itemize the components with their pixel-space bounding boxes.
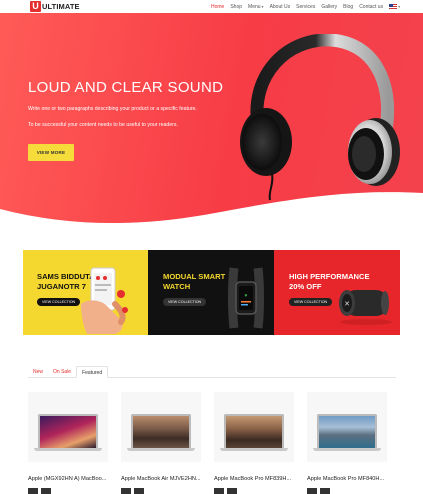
product-name[interactable]: Apple MacBook Pro MF839H... bbox=[214, 476, 294, 482]
hero-description-1: Write one or two paragraphs describing y… bbox=[28, 106, 197, 112]
language-switcher[interactable]: ▾ bbox=[389, 4, 400, 9]
view-more-button[interactable]: VIEW MORE bbox=[28, 144, 74, 161]
logo-text: ULTIMATE bbox=[42, 2, 80, 11]
laptop-screen bbox=[224, 414, 284, 448]
add-to-cart-icon[interactable] bbox=[307, 488, 317, 494]
view-collection-button[interactable]: VIEW COLLECTION bbox=[289, 298, 333, 306]
logo-mark: U bbox=[30, 1, 41, 12]
product-actions bbox=[214, 488, 240, 494]
laptop-base bbox=[220, 448, 288, 451]
nav-contact-us[interactable]: Contact us bbox=[359, 4, 383, 10]
compare-icon[interactable] bbox=[134, 488, 144, 494]
product-name[interactable]: Apple (MGX92HN A) MacBoo... bbox=[28, 476, 108, 482]
promo-title: MODUAL SMART WATCH bbox=[163, 272, 225, 292]
nav-about-us[interactable]: About Us bbox=[270, 4, 291, 10]
tab-on-sale[interactable]: On Sale bbox=[48, 366, 76, 378]
product-name[interactable]: Apple MacBook Pro MF840H... bbox=[307, 476, 387, 482]
site-header: U ULTIMATE Home Shop Menu ▾ About Us Ser… bbox=[0, 0, 423, 13]
nav-shop[interactable]: Shop bbox=[230, 4, 242, 10]
product-card[interactable]: Apple MacBook Pro MF839H... bbox=[214, 392, 294, 494]
add-to-cart-icon[interactable] bbox=[121, 488, 131, 494]
laptop-screen bbox=[131, 414, 191, 448]
product-card[interactable]: Apple MacBook Pro MF840H... bbox=[307, 392, 387, 494]
compare-icon[interactable] bbox=[41, 488, 51, 494]
laptop-base bbox=[34, 448, 102, 451]
tab-featured[interactable]: Featured bbox=[76, 366, 109, 378]
promo-banner-phone[interactable]: SAMS BIDDUTATON JUGANOTR 7 VIEW COLLECTI… bbox=[23, 250, 148, 335]
promo-banner-watch[interactable]: MODUAL SMART WATCH VIEW COLLECTION ♥ bbox=[148, 250, 274, 335]
chevron-down-icon: ▾ bbox=[398, 4, 401, 9]
hero-title: LOUD AND CLEAR SOUND bbox=[28, 79, 224, 96]
nav-gallery[interactable]: Gallery bbox=[321, 4, 337, 10]
product-actions bbox=[121, 488, 147, 494]
product-actions bbox=[307, 488, 333, 494]
headphones-image bbox=[240, 34, 400, 201]
hero-description-2: To be successful your content needs to b… bbox=[28, 122, 178, 128]
phone-in-hand-image bbox=[81, 267, 128, 334]
main-nav: Home Shop Menu ▾ About Us Services Galle… bbox=[211, 2, 406, 11]
chevron-down-icon: ▾ bbox=[261, 4, 264, 9]
view-collection-button[interactable]: VIEW COLLECTION bbox=[163, 298, 207, 306]
speaker-image: ✕ bbox=[339, 290, 392, 325]
nav-home[interactable]: Home bbox=[211, 4, 224, 10]
laptop-base bbox=[313, 448, 381, 451]
promo-title-line-1: MODUAL SMART bbox=[163, 272, 226, 281]
hero-banner: LOUD AND CLEAR SOUND Write one or two pa… bbox=[0, 13, 423, 225]
product-image[interactable] bbox=[121, 392, 201, 462]
laptop-screen bbox=[38, 414, 98, 448]
product-image[interactable] bbox=[214, 392, 294, 462]
promo-title-line-2: WATCH bbox=[163, 282, 191, 291]
site-logo[interactable]: U ULTIMATE bbox=[30, 1, 80, 12]
product-card[interactable]: Apple MacBook Air MJVE2HN... bbox=[121, 392, 201, 494]
product-image[interactable] bbox=[28, 392, 108, 462]
nav-blog[interactable]: Blog bbox=[343, 4, 353, 10]
compare-icon[interactable] bbox=[227, 488, 237, 494]
svg-text:♥: ♥ bbox=[245, 293, 248, 299]
laptop-screen bbox=[317, 414, 377, 448]
promo-banner-speaker[interactable]: HIGH PERFORMANCE 20% OFF VIEW COLLECTION… bbox=[274, 250, 400, 335]
view-collection-button[interactable]: VIEW COLLECTION bbox=[37, 298, 81, 306]
svg-text:✕: ✕ bbox=[344, 301, 350, 308]
nav-services[interactable]: Services bbox=[296, 4, 315, 10]
tab-new[interactable]: New bbox=[28, 366, 48, 378]
add-to-cart-icon[interactable] bbox=[28, 488, 38, 494]
add-to-cart-icon[interactable] bbox=[214, 488, 224, 494]
product-name[interactable]: Apple MacBook Air MJVE2HN... bbox=[121, 476, 201, 482]
smart-watch-image: ♥ bbox=[228, 267, 264, 329]
laptop-base bbox=[127, 448, 195, 451]
product-actions bbox=[28, 488, 54, 494]
nav-menu-label: Menu bbox=[248, 3, 261, 10]
product-tabs: New On Sale Featured bbox=[28, 366, 396, 378]
nav-menu[interactable]: Menu ▾ bbox=[248, 4, 264, 10]
product-card[interactable]: Apple (MGX92HN A) MacBoo... bbox=[28, 392, 108, 494]
compare-icon[interactable] bbox=[320, 488, 330, 494]
product-image[interactable] bbox=[307, 392, 387, 462]
us-flag-icon bbox=[389, 4, 398, 9]
